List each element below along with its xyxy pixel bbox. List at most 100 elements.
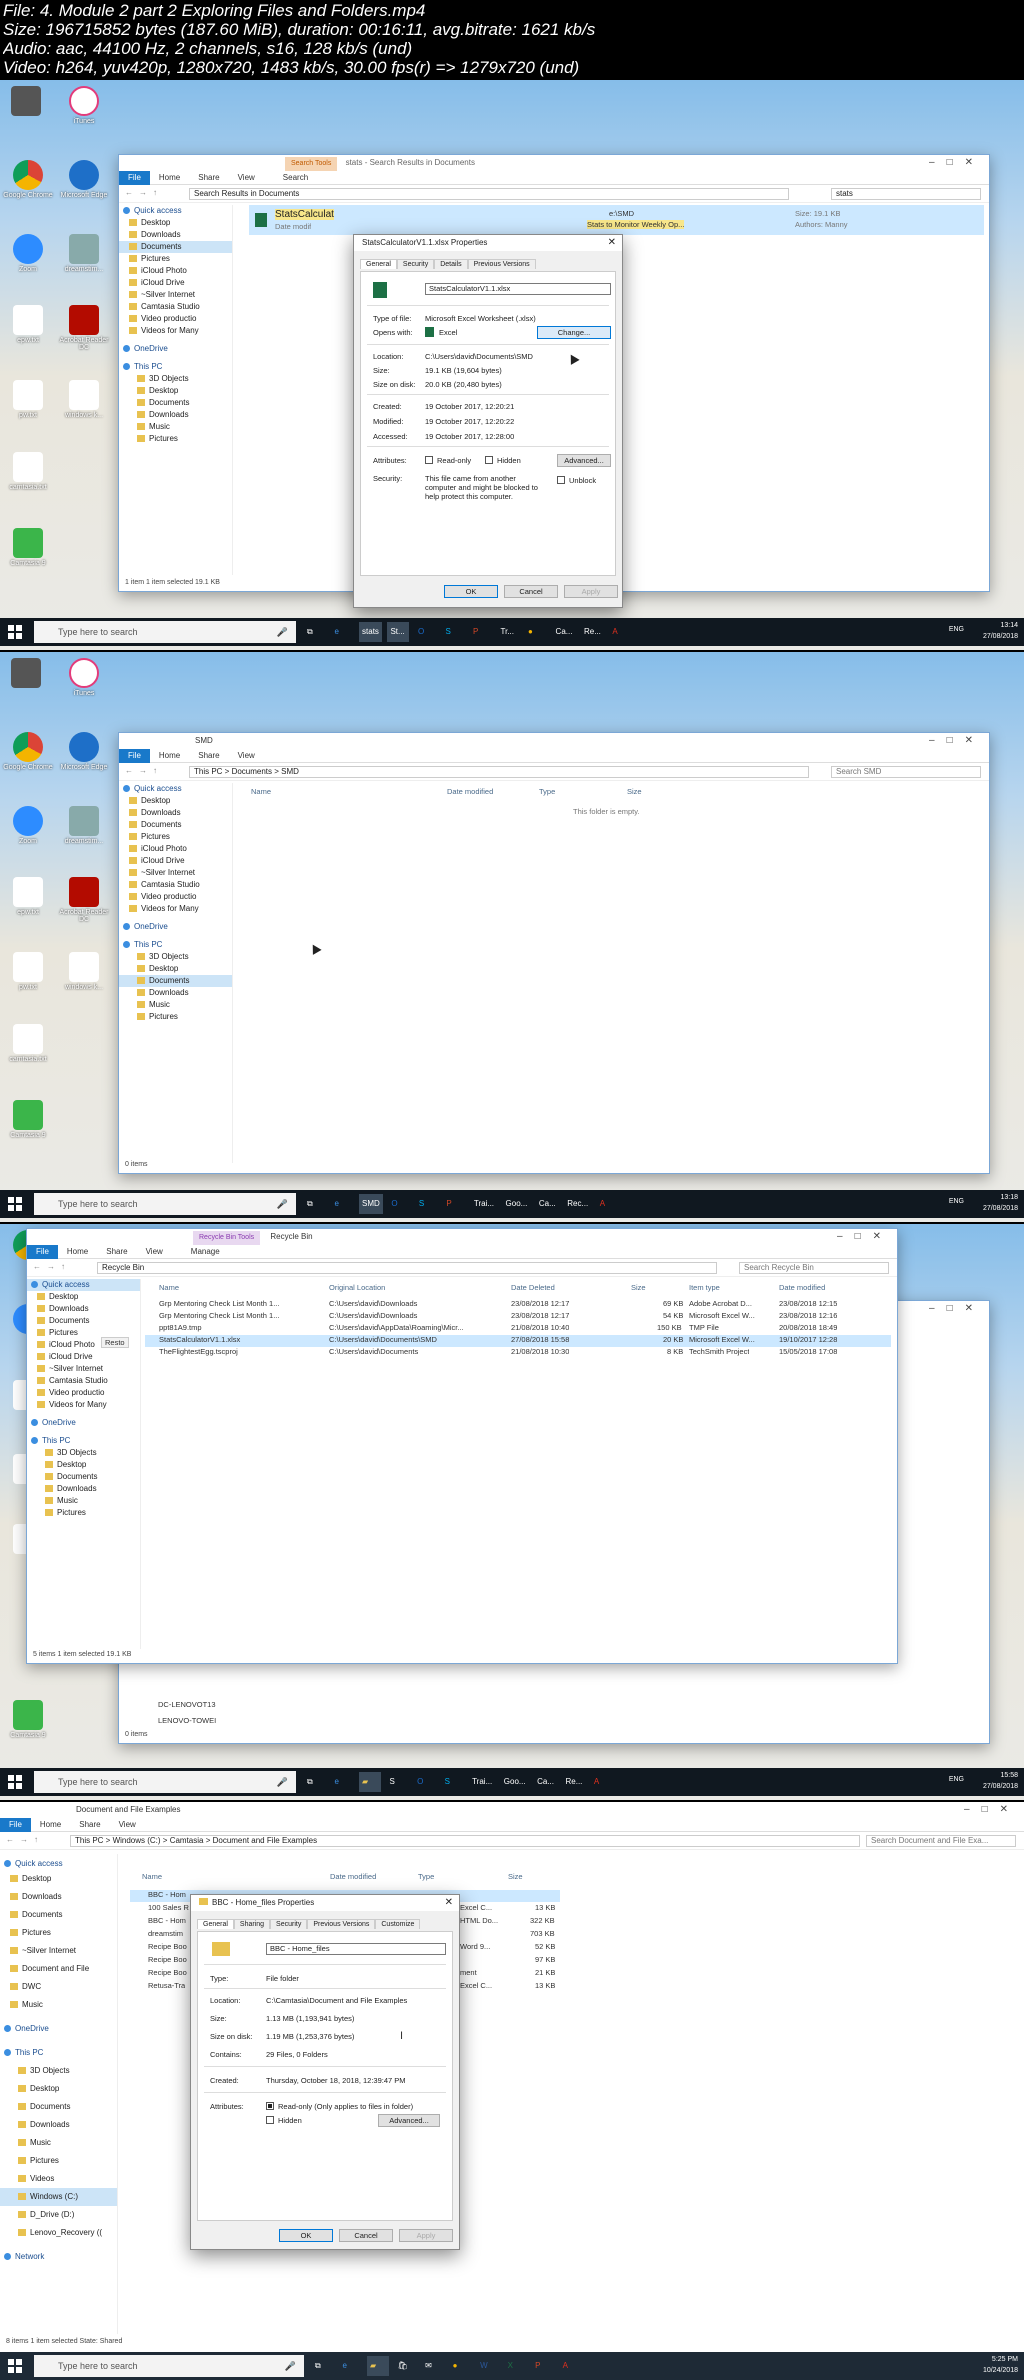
window-controls[interactable]: –□✕ — [929, 1301, 985, 1317]
nav-quick-access[interactable]: Quick access — [0, 1858, 117, 1870]
nav-item[interactable]: Videos for Many — [119, 903, 232, 915]
tab-details[interactable]: Details — [434, 259, 468, 269]
home-tab[interactable]: Home — [150, 171, 189, 185]
share-tab[interactable]: Share — [97, 1245, 136, 1259]
microphone-icon[interactable]: 🎤 — [277, 1771, 288, 1793]
table-row[interactable]: ppt81A9.tmp C:\Users\david\AppData\Roamin… — [145, 1323, 891, 1335]
taskview-icon[interactable]: ⧉ — [304, 1772, 326, 1792]
column-original-location[interactable]: Original Location — [329, 1283, 385, 1292]
taskbar-app[interactable]: Goo... — [501, 1772, 529, 1792]
taskbar-app[interactable]: Re... — [563, 1772, 586, 1792]
tab-general[interactable]: General — [197, 1919, 234, 1929]
cancel-button[interactable]: Cancel — [504, 585, 558, 598]
store-icon[interactable]: 🛍 — [395, 2356, 417, 2376]
nav-item[interactable]: ~Silver Internet — [27, 1363, 140, 1375]
taskbar-app[interactable]: S — [387, 1772, 409, 1792]
context-menu-restore[interactable]: Resto — [101, 1337, 129, 1348]
nav-this-pc[interactable]: This PC — [27, 1435, 140, 1447]
column-type[interactable]: Type — [539, 787, 555, 796]
edge-icon[interactable]: e — [332, 1772, 354, 1792]
nav-item[interactable]: Desktop — [0, 1870, 117, 1888]
taskbar-app[interactable]: stats — [359, 622, 382, 642]
edge-icon[interactable]: Microsoft Edge — [58, 160, 110, 199]
advanced-button[interactable]: Advanced... — [557, 454, 611, 467]
acrobat-icon[interactable]: A — [560, 2356, 582, 2376]
column-size[interactable]: Size — [627, 787, 642, 796]
itunes-icon[interactable]: iTunes — [58, 658, 110, 697]
table-row[interactable]: Grp Mentoring Check List Month 1... C:\Us… — [145, 1311, 891, 1323]
excel-icon[interactable]: X — [505, 2356, 527, 2376]
table-row[interactable]: StatsCalculatorV1.1.xlsx C:\Users\david\D… — [145, 1335, 891, 1347]
nav-item[interactable]: Documents — [119, 975, 232, 987]
taskbar-app[interactable]: St... — [387, 622, 410, 642]
powerpoint-icon[interactable]: P — [443, 1194, 465, 1214]
nav-item[interactable]: Video productio — [119, 313, 232, 325]
clock[interactable]: 13:18 27/08/2018 — [983, 1192, 1018, 1214]
nav-item[interactable]: DWC — [0, 1978, 117, 1996]
nav-item[interactable]: Windows (C:) — [0, 2188, 117, 2206]
nav-item[interactable]: Pictures — [119, 433, 232, 445]
nav-item[interactable]: D_Drive (D:) — [0, 2206, 117, 2224]
tab-sharing[interactable]: Sharing — [233, 1919, 271, 1929]
nav-item[interactable]: ~Silver Internet — [119, 289, 232, 301]
cancel-button[interactable]: Cancel — [339, 2229, 393, 2242]
file-tab[interactable]: File — [0, 1818, 31, 1832]
windows-start-icon[interactable] — [8, 1775, 22, 1789]
column-date-modified[interactable]: Date modified — [779, 1283, 825, 1292]
nav-item[interactable]: Music — [0, 1996, 117, 2014]
view-tab[interactable]: View — [229, 171, 264, 185]
address-path[interactable]: This PC > Windows (C:) > Camtasia > Docu… — [70, 1835, 860, 1847]
nav-item[interactable]: Downloads — [0, 1888, 117, 1906]
taskbar-app[interactable]: Ca... — [553, 622, 576, 642]
readonly-checkbox[interactable] — [266, 2102, 274, 2110]
language-indicator[interactable]: ENG — [949, 1198, 964, 1205]
nav-item[interactable]: Downloads — [119, 987, 232, 999]
tab-security[interactable]: Security — [396, 259, 435, 269]
nav-item[interactable]: 3D Objects — [0, 2062, 117, 2080]
nav-item[interactable]: iCloud Drive — [119, 277, 232, 289]
desktop-icon[interactable] — [0, 86, 52, 118]
txt-file-icon[interactable]: pw.txt — [2, 952, 54, 991]
desktop-icon[interactable] — [0, 658, 52, 690]
nav-item[interactable]: Video productio — [119, 891, 232, 903]
view-tab[interactable]: View — [110, 1818, 145, 1832]
microphone-icon[interactable]: 🎤 — [277, 621, 288, 643]
nav-item[interactable]: 3D Objects — [27, 1447, 140, 1459]
microphone-icon[interactable]: 🎤 — [277, 1193, 288, 1215]
nav-item[interactable]: Camtasia Studio — [27, 1375, 140, 1387]
taskbar-search[interactable]: Type here to search 🎤 — [34, 621, 296, 643]
network-item[interactable]: DC-LENOVOT13 — [158, 1700, 216, 1709]
clock[interactable]: 5:25 PM 10/24/2018 — [983, 2354, 1018, 2376]
advanced-button[interactable]: Advanced... — [378, 2114, 440, 2127]
language-indicator[interactable]: ENG — [949, 626, 964, 633]
nav-network[interactable]: Network — [0, 2248, 117, 2266]
camtasia-icon[interactable]: Camtasia 9 — [2, 1100, 54, 1139]
nav-this-pc[interactable]: This PC — [0, 2044, 117, 2062]
taskview-icon[interactable]: ⧉ — [312, 2356, 334, 2376]
column-size[interactable]: Size — [631, 1283, 646, 1292]
chrome-icon[interactable]: Google Chrome — [2, 732, 54, 771]
tab-security[interactable]: Security — [270, 1919, 308, 1929]
powerpoint-icon[interactable]: P — [470, 622, 492, 642]
column-name[interactable]: Name — [142, 1872, 162, 1881]
column-date-modified[interactable]: Date modified — [447, 787, 493, 796]
nav-item[interactable]: Pictures — [0, 1924, 117, 1942]
nav-arrows-icon[interactable]: ←→↑ — [6, 1835, 44, 1844]
column-date-deleted[interactable]: Date Deleted — [511, 1283, 555, 1292]
txt-file-icon[interactable]: epw.txt — [2, 877, 54, 916]
share-tab[interactable]: Share — [189, 749, 228, 763]
chrome-icon[interactable]: Google Chrome — [2, 160, 54, 199]
nav-item[interactable]: Downloads — [119, 807, 232, 819]
ok-button[interactable]: OK — [279, 2229, 333, 2242]
nav-item[interactable]: Downloads — [119, 229, 232, 241]
close-icon[interactable]: ✕ — [608, 235, 616, 251]
acrobat-icon[interactable]: Acrobat Reader DC — [58, 877, 110, 923]
nav-this-pc[interactable]: This PC — [119, 939, 232, 951]
nav-item[interactable]: ~Silver Internet — [0, 1942, 117, 1960]
recycle-bin-tools-tab[interactable]: Recycle Bin Tools — [193, 1231, 261, 1245]
word-icon[interactable]: W — [477, 2356, 499, 2376]
nav-item[interactable]: Videos for Many — [119, 325, 232, 337]
nav-item[interactable]: Desktop — [119, 963, 232, 975]
address-path[interactable]: This PC > Documents > SMD — [189, 766, 809, 778]
nav-item[interactable]: Desktop — [119, 385, 232, 397]
